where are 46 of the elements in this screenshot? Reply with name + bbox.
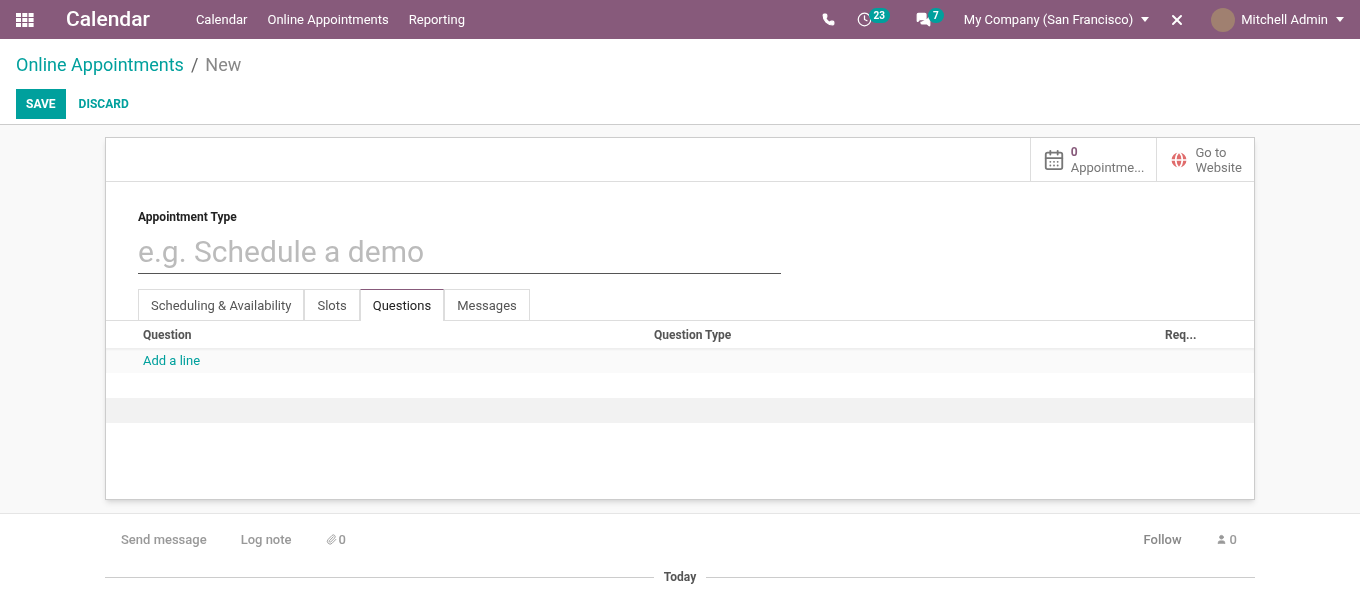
smart-button-label: Appointme...: [1070, 159, 1145, 175]
user-avatar: [1211, 7, 1236, 32]
breadcrumb-separator: /: [190, 53, 199, 77]
message-count-badge: 7: [928, 8, 944, 23]
clock-icon[interactable]: [856, 12, 872, 27]
person-icon: [1215, 534, 1227, 545]
menu-link[interactable]: Calendar: [195, 9, 248, 30]
follow-button[interactable]: Follow: [1143, 529, 1182, 550]
log-note-button[interactable]: Log note: [240, 529, 292, 550]
chat-icon[interactable]: [916, 12, 932, 27]
user-menu[interactable]: Mitchell Admin: [1241, 9, 1344, 30]
app-title: Calendar: [66, 5, 150, 33]
attachments-button[interactable]: 0: [325, 529, 346, 550]
globe-icon: [1169, 149, 1190, 170]
smart-button[interactable]: 0 Appointme...: [1029, 138, 1157, 181]
company-switcher[interactable]: My Company (San Francisco): [963, 9, 1150, 30]
smart-button[interactable]: Go to Website: [1156, 138, 1254, 181]
app-grid-icon[interactable]: [16, 12, 34, 27]
add-line-link[interactable]: Add a line: [143, 350, 201, 371]
followers-button[interactable]: 0: [1215, 529, 1237, 550]
caret-icon: [1141, 17, 1150, 22]
smart-button-value: Go to: [1195, 144, 1228, 160]
smart-button-value: 0: [1070, 144, 1079, 160]
tab[interactable]: Scheduling & Availability: [138, 289, 305, 321]
tab[interactable]: Messages: [444, 289, 530, 321]
column-header: Question: [143, 326, 193, 344]
smart-button-label: Website: [1195, 159, 1242, 175]
breadcrumb-link[interactable]: Online Appointments: [16, 51, 184, 78]
paperclip-icon: [325, 534, 337, 545]
column-header: Req...: [1165, 326, 1197, 344]
appointment-type-input[interactable]: e.g. Schedule a demo: [138, 230, 781, 274]
caret-icon: [1336, 17, 1344, 22]
field-label: Appointment Type: [138, 209, 238, 226]
tab[interactable]: Questions: [359, 289, 445, 321]
menu-link[interactable]: Online Appointments: [267, 9, 389, 30]
phone-icon[interactable]: [821, 13, 835, 26]
send-message-button[interactable]: Send message: [121, 529, 207, 550]
calendar-icon: [1042, 148, 1065, 171]
discard-button[interactable]: DISCARD: [65, 89, 142, 119]
activity-count-badge: 23: [868, 8, 891, 23]
date-divider-label: Today: [663, 569, 697, 586]
breadcrumb-current: New: [205, 53, 242, 77]
column-header: Question Type: [654, 326, 733, 344]
tab[interactable]: Slots: [304, 289, 360, 321]
menu-link[interactable]: Reporting: [408, 9, 465, 30]
save-button[interactable]: SAVE: [16, 89, 66, 119]
